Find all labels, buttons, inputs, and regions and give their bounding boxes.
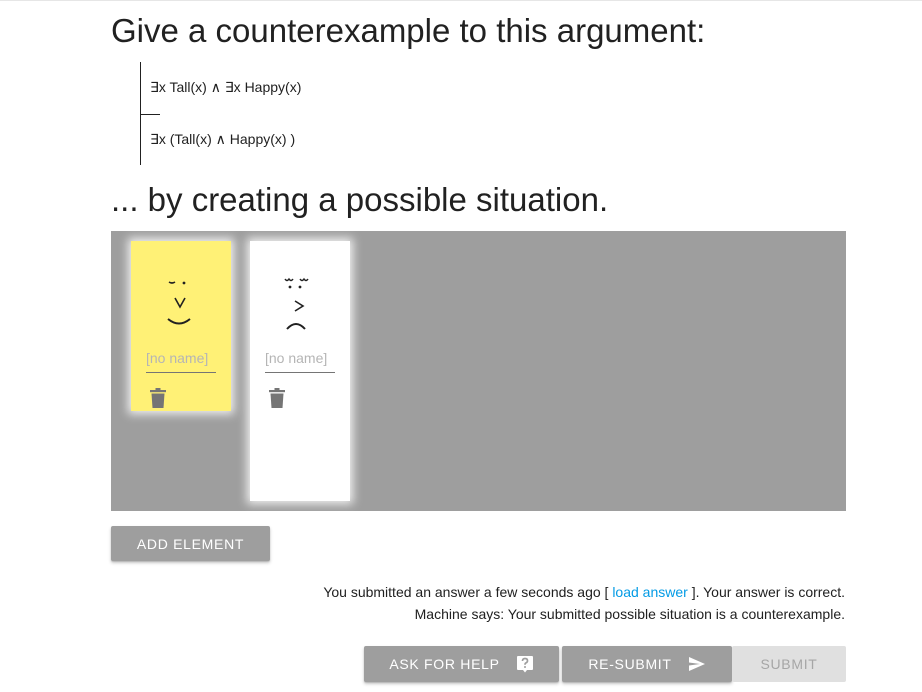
sad-face-icon [284, 277, 309, 330]
top-divider [0, 0, 922, 1]
load-answer-link[interactable]: load answer [612, 584, 688, 600]
argument-inference-line [140, 114, 160, 115]
trash-icon[interactable] [269, 388, 285, 408]
trash-icon[interactable] [150, 388, 166, 408]
conclusion: ∃x (Tall(x) ∧ Happy(x) ) [150, 131, 296, 147]
resubmit-button[interactable]: RE-SUBMIT [562, 646, 732, 682]
premise: ∃x Tall(x) ∧ ∃x Happy(x) [150, 79, 302, 95]
world-element-card-1[interactable] [131, 241, 231, 411]
element-name-input-1[interactable] [146, 344, 216, 373]
help-icon [516, 656, 533, 673]
world-canvas[interactable] [111, 231, 846, 511]
submission-status-text: You submitted an answer a few seconds ag… [323, 584, 609, 600]
happy-face-icon [167, 281, 191, 325]
ask-for-help-label: ASK FOR HELP [389, 656, 500, 672]
world-element-card-2[interactable] [250, 241, 350, 501]
machine-verdict: Machine says: Your submitted possible si… [414, 606, 845, 622]
page-title: Give a counterexample to this argument: [111, 12, 706, 49]
resubmit-label: RE-SUBMIT [588, 656, 672, 672]
ask-for-help-button[interactable]: ASK FOR HELP [364, 646, 559, 682]
argument-box: ∃x Tall(x) ∧ ∃x Happy(x) ∃x (Tall(x) ∧ H… [140, 62, 360, 165]
answer-correct-text: ]. Your answer is correct. [691, 584, 845, 600]
send-icon [688, 657, 705, 671]
submission-status: You submitted an answer a few seconds ag… [323, 584, 845, 600]
page-subtitle: ... by creating a possible situation. [111, 181, 609, 218]
element-name-input-2[interactable] [265, 344, 335, 373]
add-element-button[interactable]: ADD ELEMENT [111, 526, 270, 561]
submit-button: SUBMIT [732, 646, 846, 682]
